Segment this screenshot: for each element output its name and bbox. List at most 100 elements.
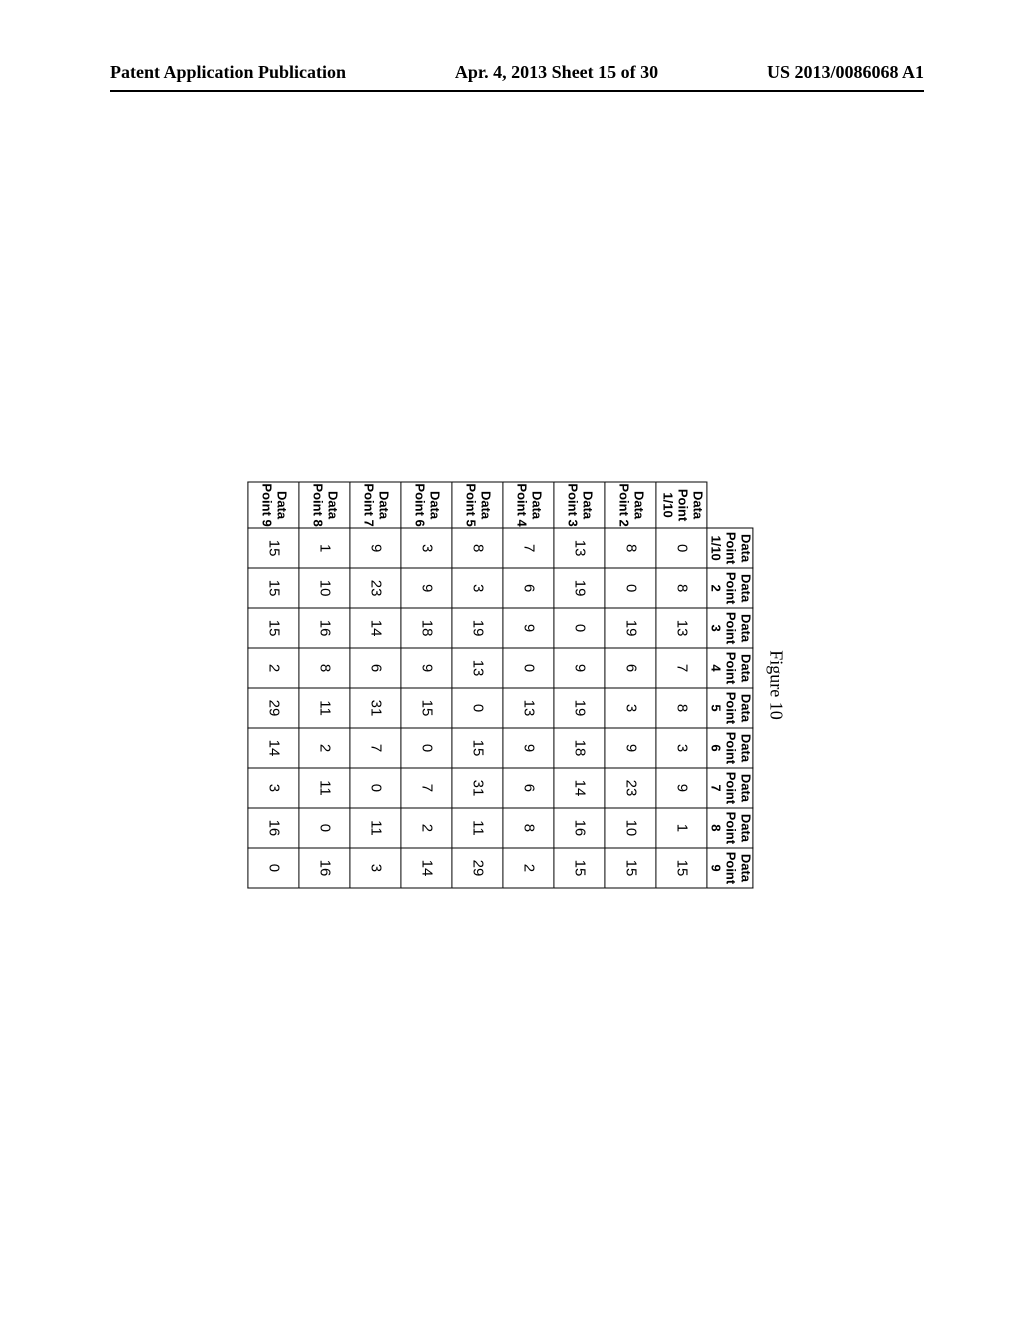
header-right: US 2013/0086068 A1 — [767, 62, 924, 83]
cell: 11 — [350, 808, 401, 848]
cell: 19 — [452, 608, 503, 648]
cell: 1 — [299, 528, 350, 568]
data-table: Data Point 1/10 Data Point 2 Data Point … — [248, 482, 754, 889]
table-row: Data Point 7 9 23 14 6 31 7 0 11 3 — [350, 482, 401, 888]
cell: 6 — [605, 648, 656, 688]
cell: 8 — [452, 528, 503, 568]
cell: 6 — [503, 568, 554, 608]
cell: 8 — [605, 528, 656, 568]
cell: 31 — [350, 688, 401, 728]
row-header: Data Point 9 — [248, 482, 299, 528]
col-header: Data Point 9 — [707, 848, 753, 888]
cell: 8 — [503, 808, 554, 848]
cell: 14 — [401, 848, 452, 888]
cell: 15 — [452, 728, 503, 768]
cell: 16 — [554, 808, 605, 848]
page-header: Patent Application Publication Apr. 4, 2… — [110, 62, 924, 83]
cell: 2 — [299, 728, 350, 768]
cell: 9 — [503, 728, 554, 768]
cell: 3 — [350, 848, 401, 888]
cell: 31 — [452, 768, 503, 808]
cell: 3 — [401, 528, 452, 568]
cell: 18 — [401, 608, 452, 648]
header-center: Apr. 4, 2013 Sheet 15 of 30 — [455, 62, 658, 83]
cell: 13 — [503, 688, 554, 728]
cell: 16 — [299, 608, 350, 648]
cell: 1 — [656, 808, 707, 848]
cell: 0 — [605, 568, 656, 608]
table-row: Data Point 5 8 3 19 13 0 15 31 11 29 — [452, 482, 503, 888]
cell: 0 — [248, 848, 299, 888]
figure-caption: Figure 10 — [765, 482, 786, 889]
cell: 7 — [503, 528, 554, 568]
cell: 9 — [554, 648, 605, 688]
cell: 10 — [299, 568, 350, 608]
cell: 3 — [656, 728, 707, 768]
row-header: Data Point 1/10 — [656, 482, 707, 528]
header-rule — [110, 90, 924, 92]
cell: 6 — [503, 768, 554, 808]
row-header: Data Point 7 — [350, 482, 401, 528]
table-row: Data Point 6 3 9 18 9 15 0 7 2 14 — [401, 482, 452, 888]
cell: 0 — [554, 608, 605, 648]
cell: 8 — [299, 648, 350, 688]
cell: 0 — [401, 728, 452, 768]
cell: 13 — [656, 608, 707, 648]
table-row: Data Point 3 13 19 0 9 19 18 14 16 15 — [554, 482, 605, 888]
cell: 19 — [554, 568, 605, 608]
cell: 15 — [401, 688, 452, 728]
cell: 9 — [401, 568, 452, 608]
cell: 0 — [503, 648, 554, 688]
cell: 15 — [554, 848, 605, 888]
cell: 13 — [452, 648, 503, 688]
cell: 0 — [656, 528, 707, 568]
row-header: Data Point 3 — [554, 482, 605, 528]
cell: 9 — [605, 728, 656, 768]
cell: 9 — [656, 768, 707, 808]
page: Patent Application Publication Apr. 4, 2… — [0, 0, 1024, 1320]
cell: 23 — [605, 768, 656, 808]
cell: 3 — [605, 688, 656, 728]
table-row: Data Point 2 8 0 19 6 3 9 23 10 15 — [605, 482, 656, 888]
cell: 2 — [248, 648, 299, 688]
cell: 7 — [656, 648, 707, 688]
cell: 8 — [656, 568, 707, 608]
cell: 23 — [350, 568, 401, 608]
cell: 7 — [401, 768, 452, 808]
cell: 3 — [452, 568, 503, 608]
cell: 2 — [401, 808, 452, 848]
cell: 11 — [299, 688, 350, 728]
cell: 11 — [299, 768, 350, 808]
cell: 2 — [503, 848, 554, 888]
row-header: Data Point 8 — [299, 482, 350, 528]
table-row: Data Point 1/10 0 8 13 7 8 3 9 1 15 — [656, 482, 707, 888]
cell: 6 — [350, 648, 401, 688]
cell: 15 — [656, 848, 707, 888]
col-header: Data Point 4 — [707, 648, 753, 688]
cell: 15 — [248, 568, 299, 608]
row-header: Data Point 6 — [401, 482, 452, 528]
cell: 18 — [554, 728, 605, 768]
table-body: Data Point 1/10 0 8 13 7 8 3 9 1 15 Data… — [248, 482, 707, 888]
cell: 10 — [605, 808, 656, 848]
cell: 3 — [248, 768, 299, 808]
cell: 15 — [248, 528, 299, 568]
header-left: Patent Application Publication — [110, 62, 346, 83]
table-row: Data Point 9 15 15 15 2 29 14 3 16 0 — [248, 482, 299, 888]
cell: 13 — [554, 528, 605, 568]
row-header: Data Point 2 — [605, 482, 656, 528]
cell: 14 — [554, 768, 605, 808]
col-header: Data Point 3 — [707, 608, 753, 648]
col-header: Data Point 6 — [707, 728, 753, 768]
col-header: Data Point 7 — [707, 768, 753, 808]
cell: 14 — [350, 608, 401, 648]
cell: 9 — [350, 528, 401, 568]
row-header: Data Point 4 — [503, 482, 554, 528]
table-row: Data Point 8 1 10 16 8 11 2 11 0 16 — [299, 482, 350, 888]
cell: 16 — [299, 848, 350, 888]
cell: 15 — [605, 848, 656, 888]
figure-area: Figure 10 Data Point 1/10 Data Point 2 D… — [110, 150, 924, 1220]
rotated-figure: Figure 10 Data Point 1/10 Data Point 2 D… — [248, 482, 787, 889]
table-row: Data Point 4 7 6 9 0 13 9 6 8 2 — [503, 482, 554, 888]
cell: 14 — [248, 728, 299, 768]
